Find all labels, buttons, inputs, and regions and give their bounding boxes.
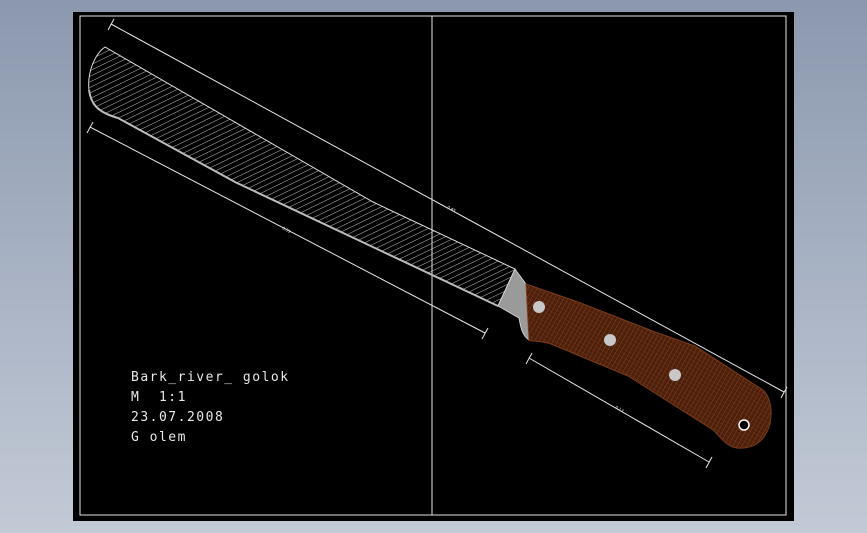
drawing-title: Bark_river_ golok	[131, 370, 290, 385]
handle-pin-1	[533, 301, 545, 313]
drawing-scale: M 1:1	[131, 390, 187, 405]
handle-pin-2	[604, 334, 616, 346]
blade	[88, 46, 516, 307]
handle-pin-3	[669, 369, 681, 381]
lanyard-hole	[738, 419, 750, 431]
drawing-date: 23.07.2008	[131, 410, 225, 425]
drawing-sheet: 0.45 0.31 0.13 Bark_river_ golok M 1:1 2…	[73, 12, 794, 521]
handle	[525, 283, 772, 449]
dimension-blade-label: 0.31	[282, 225, 293, 234]
drawing-author: G olem	[131, 430, 187, 445]
title-block: Bark_river_ golok M 1:1 23.07.2008 G ole…	[131, 368, 290, 448]
